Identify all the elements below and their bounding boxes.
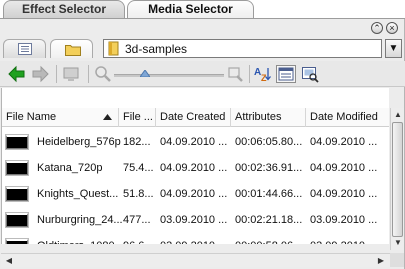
preview-view-button[interactable] xyxy=(301,65,321,83)
toolbar-separator xyxy=(249,65,250,83)
monitor-button[interactable] xyxy=(62,65,82,83)
close-icon: × xyxy=(389,23,395,33)
zoom-out-button[interactable] xyxy=(94,65,114,83)
collapse-panel-button[interactable]: ⌃ xyxy=(371,22,383,34)
scroll-right-icon[interactable]: ▶ xyxy=(375,255,387,267)
date-created: 03.09.2010 ... xyxy=(160,233,231,244)
tab-media-selector[interactable]: Media Selector xyxy=(127,0,254,19)
scroll-left-icon[interactable]: ◀ xyxy=(3,255,15,267)
back-button[interactable] xyxy=(8,65,28,83)
date-modified: 04.09.2010 ... xyxy=(310,162,378,174)
zoom-out-icon xyxy=(95,66,111,82)
attributes: 00:01:44.66... xyxy=(235,188,303,200)
forward-arrow-icon xyxy=(32,65,49,83)
back-arrow-icon xyxy=(8,65,25,83)
file-size: 182... xyxy=(123,136,151,148)
date-modified: 03.09.2010 ... xyxy=(310,233,388,244)
video-thumbnail xyxy=(6,161,28,175)
zoom-in-icon xyxy=(228,67,243,82)
column-header-file-name[interactable]: File Name xyxy=(2,108,119,127)
media-toolbar: A Z xyxy=(0,61,405,87)
attributes: 00:02:21.18... xyxy=(235,214,303,226)
video-thumbnail xyxy=(6,135,28,149)
vertical-scroll-thumb[interactable] xyxy=(392,122,403,237)
date-modified: 04.09.2010 ... xyxy=(310,136,378,148)
top-tab-bar: Effect Selector Media Selector xyxy=(0,0,405,19)
attributes: 00:02:36.91... xyxy=(235,162,303,174)
date-created: 04.09.2010 ... xyxy=(160,162,228,174)
toolbar-separator xyxy=(88,65,89,83)
close-panel-button[interactable]: × xyxy=(386,22,398,34)
toolbar-separator xyxy=(56,65,57,83)
scrollbar-corner xyxy=(390,253,404,267)
chevron-down-icon: ▼ xyxy=(388,43,399,54)
scroll-down-icon[interactable]: ▼ xyxy=(393,238,403,248)
column-header-label: File Name xyxy=(6,111,57,123)
file-size: 51.8... xyxy=(123,188,154,200)
file-row[interactable]: Heidelberg_576p 182... 04.09.2010 ... 00… xyxy=(2,129,389,155)
date-created: 03.09.2010 ... xyxy=(160,214,228,226)
list-view-tab[interactable] xyxy=(3,39,46,58)
folder-view-tab[interactable] xyxy=(50,39,93,58)
details-view-icon xyxy=(278,67,294,81)
chevron-up-icon: ⌃ xyxy=(373,23,381,33)
file-row[interactable]: Katana_720p 75.4... 04.09.2010 ... 00:02… xyxy=(2,155,389,181)
vertical-scrollbar[interactable]: ▲ ▼ xyxy=(390,108,404,250)
list-icon xyxy=(18,43,32,55)
preview-view-icon xyxy=(302,67,319,83)
file-list-header: File Name File ... Date Created Attribut… xyxy=(2,108,389,127)
sort-ascending-icon xyxy=(103,114,112,120)
date-modified: 03.09.2010 ... xyxy=(310,214,378,226)
column-header-attributes[interactable]: Attributes xyxy=(231,108,306,127)
column-header-label: File ... xyxy=(123,111,153,123)
column-header-label: Date Created xyxy=(160,111,226,123)
file-row[interactable]: Oldtimers_1080... 96.6... 03.09.2010 ...… xyxy=(2,233,389,244)
column-header-label: Attributes xyxy=(235,111,282,123)
column-header-date-created[interactable]: Date Created xyxy=(156,108,231,127)
file-size: 96.6... xyxy=(123,233,156,244)
sort-az-icon: A Z xyxy=(254,67,271,83)
attributes: 00:00:58.06... xyxy=(235,233,306,244)
video-thumbnail xyxy=(6,239,28,244)
video-thumbnail xyxy=(6,187,28,201)
tab-effect-selector[interactable]: Effect Selector xyxy=(3,0,125,19)
forward-button[interactable] xyxy=(31,65,51,83)
file-size: 477... xyxy=(123,214,151,226)
video-thumbnail xyxy=(6,213,28,227)
file-row[interactable]: Knights_Quest... 51.8... 04.09.2010 ... … xyxy=(2,181,389,207)
zoom-slider-track[interactable] xyxy=(114,74,224,77)
column-header-date-modified[interactable]: Date Modified xyxy=(306,108,389,127)
column-header-file-size[interactable]: File ... xyxy=(119,108,156,127)
column-header-label: Date Modified xyxy=(310,111,378,123)
folder-icon xyxy=(65,45,81,56)
path-field[interactable]: 3d-samples xyxy=(103,39,382,58)
sort-button[interactable]: A Z xyxy=(253,65,273,83)
path-dropdown-button[interactable]: ▼ xyxy=(385,39,402,58)
scroll-up-icon[interactable]: ▲ xyxy=(393,110,403,120)
details-view-button[interactable] xyxy=(276,65,296,83)
date-created: 04.09.2010 ... xyxy=(160,188,228,200)
date-created: 04.09.2010 ... xyxy=(160,136,228,148)
zoom-slider-thumb[interactable] xyxy=(140,70,150,77)
attributes: 00:06:05.80... xyxy=(235,136,303,148)
monitor-icon xyxy=(63,67,79,81)
date-modified: 04.09.2010 ... xyxy=(310,188,378,200)
horizontal-scrollbar[interactable]: ◀ ▶ xyxy=(1,253,390,267)
zoom-in-button[interactable] xyxy=(226,65,246,83)
folder-icon xyxy=(108,41,119,56)
file-list[interactable]: File Name File ... Date Created Attribut… xyxy=(1,88,389,244)
file-size: 75.4... xyxy=(123,162,154,174)
path-value: 3d-samples xyxy=(125,42,188,56)
file-row[interactable]: Nurburgring_24... 477... 03.09.2010 ... … xyxy=(2,207,389,233)
